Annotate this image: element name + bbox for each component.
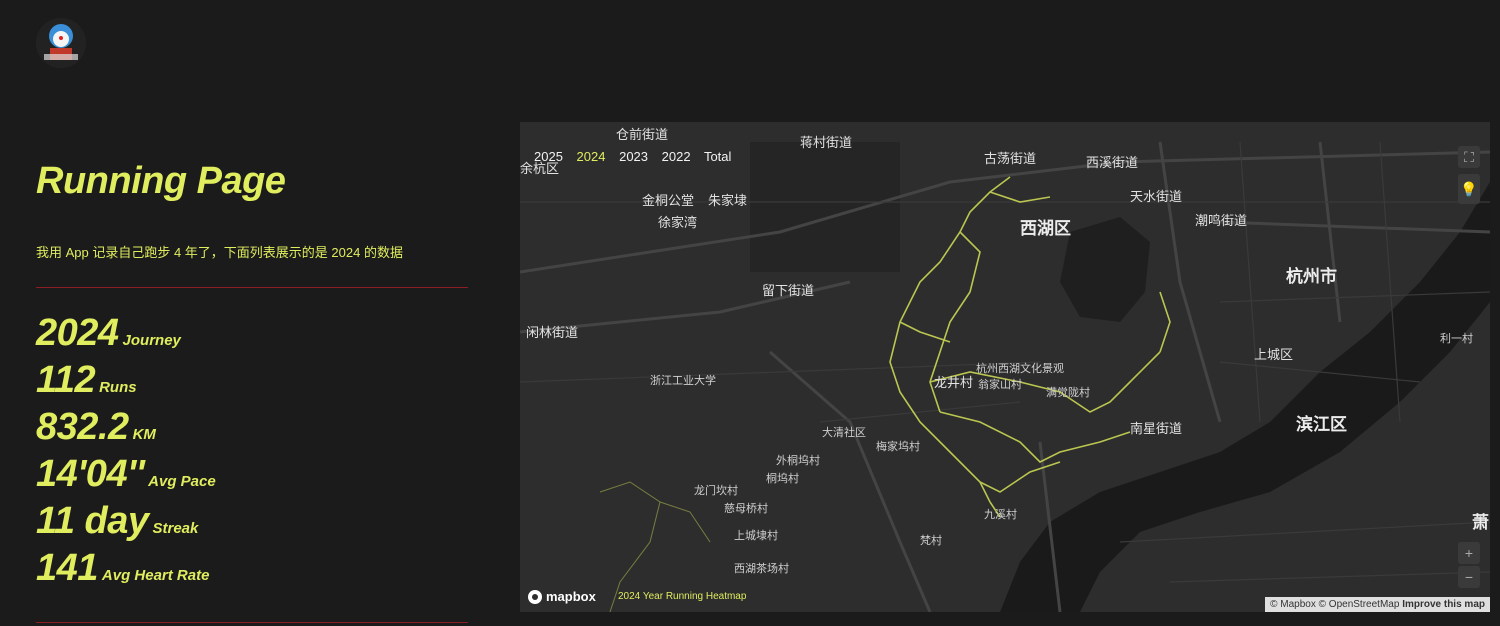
map-label: 龙门坎村	[694, 485, 738, 497]
map-label: 满觉陇村	[1046, 387, 1090, 399]
avatar-image	[36, 18, 86, 68]
stat-label: Streak	[152, 520, 199, 537]
site-title[interactable]: Running Page	[36, 160, 286, 203]
stats-list: 2024 Journey 112 Runs 832.2 KM 14'04'' Avg P…	[36, 312, 216, 594]
map-label: 西湖区	[1020, 219, 1071, 238]
map-label: 梅家坞村	[876, 441, 920, 453]
map-label: 潮鸣街道	[1195, 213, 1248, 228]
stat-value: 11 day	[36, 500, 149, 542]
stat-label: KM	[132, 426, 156, 443]
map-label: 慈母桥村	[724, 503, 768, 515]
map-label: 九溪村	[984, 509, 1017, 521]
year-tab-2022[interactable]: 2022	[662, 149, 691, 164]
map-label: 上城埭村	[734, 530, 778, 542]
mapbox-attribution-link[interactable]: © Mapbox	[1270, 599, 1316, 610]
map-label: 金桐公堂	[642, 193, 695, 208]
map-label: 朱家埭	[708, 193, 748, 208]
year-tab-2023[interactable]: 2023	[619, 149, 648, 164]
stat-value: 832.2	[36, 406, 129, 448]
map-label: 滨江区	[1296, 415, 1347, 434]
map-label: 南星街道	[1130, 421, 1183, 436]
year-tab-2025[interactable]: 2025	[534, 149, 563, 164]
map-label: 梵村	[920, 535, 942, 547]
map-label: 留下街道	[762, 283, 815, 298]
stat-value: 141	[36, 547, 98, 589]
year-tab-total[interactable]: Total	[704, 149, 731, 164]
map-label: 大清社区	[822, 427, 866, 439]
fullscreen-icon: ⛶	[1464, 148, 1474, 165]
map-label: 浙江工业大学	[650, 375, 716, 387]
map-label: 西溪街道	[1086, 155, 1139, 170]
osm-attribution-link[interactable]: © OpenStreetMap	[1319, 599, 1400, 610]
heatmap-title: 2024 Year Running Heatmap	[618, 591, 747, 602]
year-tabs: 2025 2024 2023 2022 Total	[534, 149, 741, 164]
map-attribution: © Mapbox © OpenStreetMap Improve this ma…	[1265, 597, 1490, 612]
site-subtitle: 我用 App 记录自己跑步 4 年了，下面列表展示的是 2024 的数据	[36, 245, 403, 260]
stat-label: Journey	[122, 332, 181, 349]
map-label: 杭州市	[1286, 267, 1337, 286]
zoom-in-button[interactable]: +	[1458, 542, 1480, 564]
stat-journey: 2024 Journey	[36, 312, 216, 359]
map-label: 蒋村街道	[800, 135, 853, 150]
stat-label: Avg Heart Rate	[101, 567, 210, 584]
map-label: 杭州西湖文化景观	[976, 363, 1064, 375]
map-label: 利一村	[1440, 333, 1473, 345]
stat-avg-pace: 14'04'' Avg Pace	[36, 453, 216, 500]
map-label: 天水街道	[1130, 189, 1183, 204]
stat-value: 2024	[36, 312, 119, 354]
light-toggle-button[interactable]: 💡	[1458, 174, 1480, 204]
stat-label: Avg Pace	[148, 473, 216, 490]
map-label: 西湖茶场村	[734, 563, 789, 575]
avatar[interactable]	[36, 18, 86, 68]
divider-bottom	[36, 622, 468, 623]
map-label: 仓前街道	[616, 127, 669, 142]
running-heatmap[interactable]: 余杭区 仓前街道 蒋村街道 古荡街道 西溪街道 西湖区 天水街道 潮鸣街道 杭州…	[520, 122, 1490, 612]
fullscreen-button[interactable]: ⛶	[1458, 146, 1480, 168]
stat-distance: 832.2 KM	[36, 406, 216, 453]
year-tab-2024[interactable]: 2024	[577, 149, 606, 164]
zoom-out-button[interactable]: −	[1458, 566, 1480, 588]
map-label: 徐家湾	[658, 215, 698, 230]
lightbulb-icon: 💡	[1460, 180, 1478, 197]
map-label: 萧	[1472, 513, 1489, 532]
stat-streak: 11 day Streak	[36, 500, 216, 547]
stat-value: 14'04''	[36, 453, 145, 495]
map-label: 翁家山村	[978, 379, 1022, 391]
mapbox-logo[interactable]: mapbox	[528, 589, 596, 604]
improve-map-link[interactable]: Improve this map	[1402, 599, 1485, 610]
stat-runs: 112 Runs	[36, 359, 216, 406]
map-label: 古荡街道	[984, 151, 1037, 166]
stat-value: 112	[36, 359, 96, 401]
map-label: 桐坞村	[766, 473, 799, 485]
map-label: 外桐坞村	[776, 455, 820, 467]
map-label: 闲林街道	[526, 325, 579, 340]
divider-top	[36, 287, 468, 288]
stat-heart-rate: 141 Avg Heart Rate	[36, 547, 216, 594]
map-label: 上城区	[1254, 347, 1294, 362]
map-label: 龙井村	[934, 375, 974, 390]
mapbox-logo-text: mapbox	[546, 589, 596, 604]
stat-label: Runs	[99, 379, 137, 396]
mapbox-icon	[528, 589, 542, 604]
